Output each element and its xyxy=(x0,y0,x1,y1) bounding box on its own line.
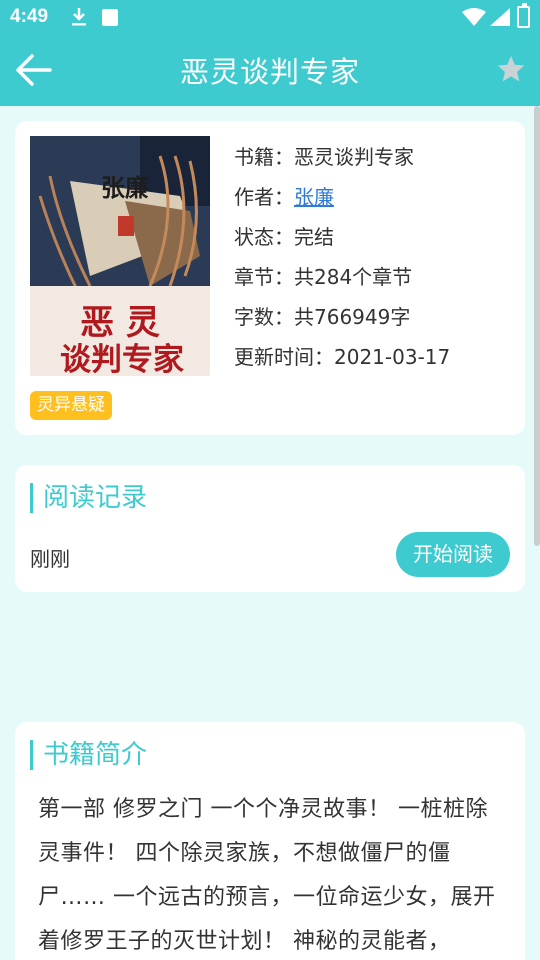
book-intro-card: 书籍简介 第一部 修罗之门 一个个净灵故事！ 一桩桩除灵事件！ 四个除灵家族，不… xyxy=(15,722,525,960)
genre-tag[interactable]: 灵异悬疑 xyxy=(30,391,112,420)
info-label: 章节： xyxy=(234,265,294,289)
cover-art: 张廉 恶 灵 谈判专家 xyxy=(30,136,210,376)
book-intro-text: 第一部 修罗之门 一个个净灵故事！ 一桩桩除灵事件！ 四个除灵家族，不想做僵尸的… xyxy=(38,797,496,954)
download-icon xyxy=(72,8,86,26)
star-icon[interactable] xyxy=(496,54,526,84)
info-value: 共284个章节 xyxy=(294,265,413,289)
info-row-status: 状态：完结 xyxy=(234,221,334,250)
info-label: 作者： xyxy=(234,185,294,209)
reading-record-card: 阅读记录 刚刚 开始阅读 xyxy=(15,465,525,592)
book-cover[interactable]: 张廉 恶 灵 谈判专家 xyxy=(30,136,210,376)
info-row-chapters: 章节：共284个章节 xyxy=(234,261,412,290)
info-label: 状态： xyxy=(234,225,294,249)
last-read-time: 刚刚 xyxy=(30,547,70,571)
info-value: 2021-03-17 xyxy=(334,345,451,369)
info-value: 完结 xyxy=(294,225,334,249)
back-arrow-icon[interactable] xyxy=(14,50,54,90)
author-link[interactable]: 张廉 xyxy=(294,185,334,209)
info-row-title: 书籍：恶灵谈判专家 xyxy=(234,141,414,170)
battery-icon xyxy=(517,3,530,28)
status-time: 4:49 xyxy=(10,6,49,27)
wifi-icon xyxy=(462,8,486,26)
info-value: 恶灵谈判专家 xyxy=(294,145,414,169)
signal-icon xyxy=(490,8,510,26)
info-row-author: 作者：张廉 xyxy=(234,181,334,210)
info-label: 字数： xyxy=(234,305,294,329)
start-reading-button[interactable]: 开始阅读 xyxy=(396,532,510,577)
reading-record-title: 阅读记录 xyxy=(30,483,147,513)
cover-title-line2: 谈判专家 xyxy=(60,342,184,376)
cover-title-line1: 恶 灵 xyxy=(80,303,160,343)
info-row-words: 字数：共766949字 xyxy=(234,301,410,330)
info-value: 共766949字 xyxy=(294,305,411,329)
book-intro-title: 书籍简介 xyxy=(30,740,147,770)
info-label: 书籍： xyxy=(234,145,294,169)
status-bar: 4:49 xyxy=(0,0,540,36)
info-label: 更新时间： xyxy=(234,345,334,369)
notification-icon xyxy=(102,9,118,26)
cover-author: 张廉 xyxy=(101,173,149,202)
book-info-card: 张廉 恶 灵 谈判专家 书籍：恶灵谈判专家 作者：张廉 状态：完结 章节：共28… xyxy=(15,121,525,435)
page-title: 恶灵谈判专家 xyxy=(179,55,360,89)
scrollbar[interactable] xyxy=(534,106,540,546)
app-header: 4:49 恶灵谈判专家 xyxy=(0,0,540,106)
info-row-updated: 更新时间：2021-03-17 xyxy=(234,341,450,370)
